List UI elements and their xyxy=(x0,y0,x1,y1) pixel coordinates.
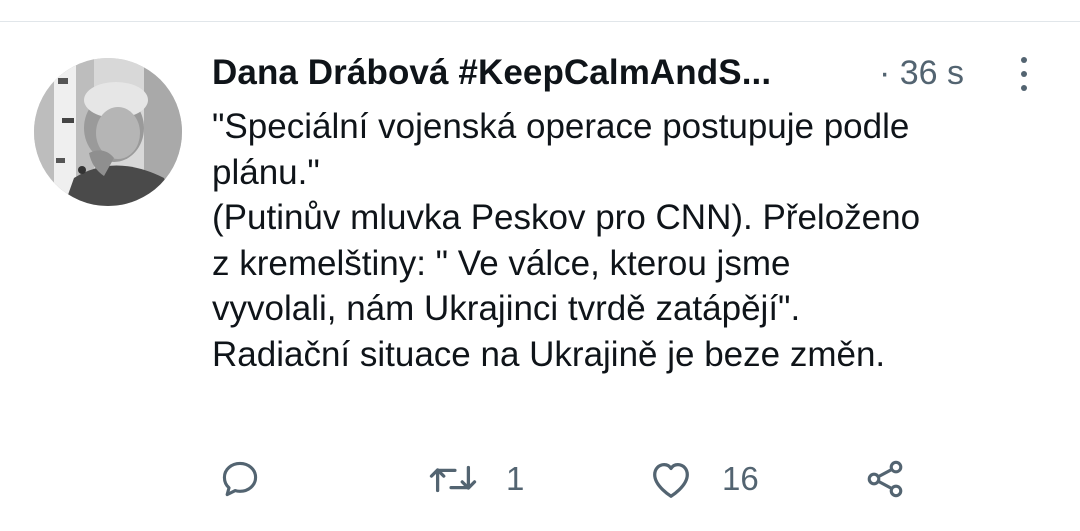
retweet-count: 1 xyxy=(506,460,525,497)
tweet-timestamp[interactable]: · 36 s xyxy=(879,54,964,93)
reply-icon xyxy=(222,461,258,497)
tweet-text: "Speciální vojenská operace postupuje po… xyxy=(212,104,1042,377)
like-count: 16 xyxy=(722,460,759,497)
tweet-text-line: z kremelštiny: " Ve válce, kterou jsme xyxy=(212,243,791,283)
tweet-text-line: Radiační situace na Ukrajině je beze změ… xyxy=(212,334,886,374)
reply-button[interactable] xyxy=(218,454,262,504)
share-button[interactable] xyxy=(862,454,908,504)
share-icon xyxy=(867,460,903,498)
avatar-photo xyxy=(34,58,182,206)
tweet-actions: 1 16 xyxy=(212,454,1052,504)
retweet-icon xyxy=(429,465,477,493)
tweet-header: Dana Drábová #KeepCalmAndS... · 36 s xyxy=(212,52,1052,94)
tweet-text-line: "Speciální vojenská operace postupuje po… xyxy=(212,107,910,146)
like-button[interactable]: 16 xyxy=(648,454,759,504)
retweet-button[interactable]: 1 xyxy=(428,454,524,504)
tweet-text-line: (Putinův mluvka Peskov pro CNN). Přelože… xyxy=(212,198,921,237)
tweet-text-line: plánu." xyxy=(212,152,320,192)
tweet[interactable]: Dana Drábová #KeepCalmAndS... · 36 s "Sp… xyxy=(0,22,1080,531)
heart-icon xyxy=(653,462,689,498)
tweet-text-line: vyvolali, nám Ukrajinci tvrdě zatápějí". xyxy=(212,289,801,328)
avatar[interactable] xyxy=(34,58,182,206)
more-options-icon[interactable] xyxy=(1012,54,1036,94)
author-name[interactable]: Dana Drábová #KeepCalmAndS... xyxy=(212,53,857,93)
